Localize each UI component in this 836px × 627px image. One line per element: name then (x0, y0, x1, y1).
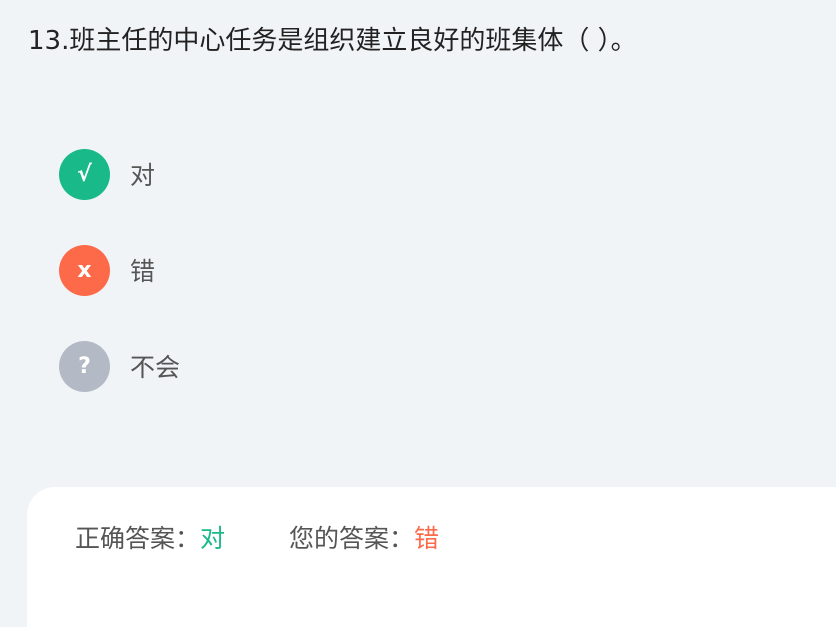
question-text: 13.班主任的中心任务是组织建立良好的班集体（ ）。 (28, 26, 637, 56)
correct-answer-label: 正确答案： (75, 524, 201, 553)
question-icon: ? (59, 340, 110, 392)
your-answer: 您的答案： 错 (289, 519, 439, 555)
result-panel: 正确答案： 对 您的答案： 错 (27, 487, 836, 627)
option-label: 不会 (130, 353, 181, 382)
option-label: 错 (130, 257, 156, 286)
correct-answer: 正确答案： 对 (75, 519, 225, 555)
your-answer-label: 您的答案： (289, 524, 415, 553)
answer-options: √ 对 x 错 ? 不会 (59, 148, 180, 436)
check-icon: √ (59, 148, 110, 200)
your-answer-value: 错 (414, 524, 440, 553)
option-label: 对 (130, 161, 156, 190)
cross-icon: x (59, 244, 110, 296)
option-wrong[interactable]: x 错 (59, 244, 180, 296)
correct-answer-value: 对 (200, 524, 226, 553)
option-correct[interactable]: √ 对 (59, 148, 180, 200)
option-unknown[interactable]: ? 不会 (59, 340, 180, 392)
answer-summary: 正确答案： 对 您的答案： 错 (75, 519, 439, 555)
